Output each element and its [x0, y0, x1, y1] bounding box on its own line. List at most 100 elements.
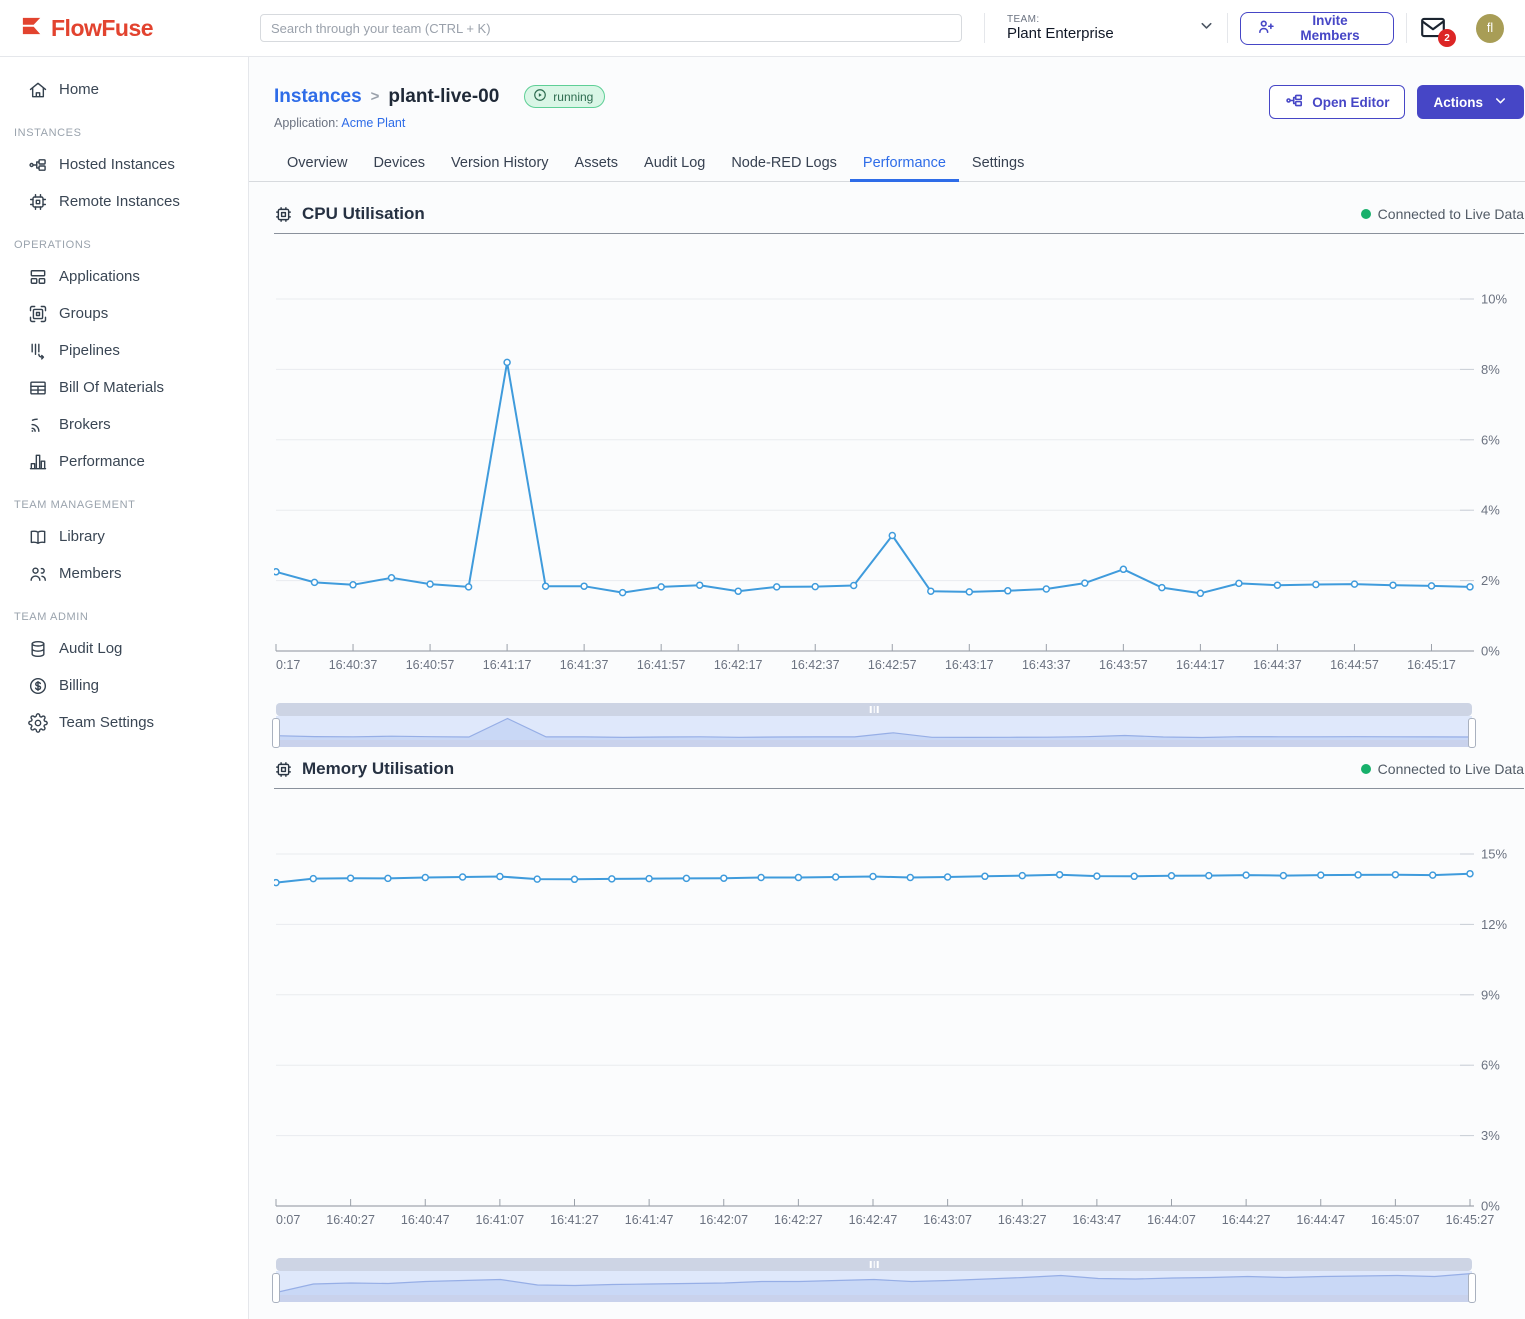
actions-label: Actions: [1433, 95, 1483, 110]
navigator-grip-icon[interactable]: [870, 1261, 879, 1268]
navigator-left-handle[interactable]: [272, 1273, 280, 1303]
svg-text:16:41:17: 16:41:17: [483, 658, 532, 672]
navigator-scrollbar[interactable]: [276, 703, 1472, 716]
members-icon: [27, 563, 48, 584]
remote-instances-icon: [27, 191, 48, 212]
sidebar-item-library[interactable]: Library: [0, 518, 248, 555]
svg-text:16:43:27: 16:43:27: [998, 1213, 1047, 1227]
svg-text:6%: 6%: [1481, 1058, 1500, 1073]
sidebar-item-label: Groups: [59, 305, 108, 322]
navigator-scrollbar[interactable]: [276, 1258, 1472, 1271]
sidebar-item-pipelines[interactable]: Pipelines: [0, 332, 248, 369]
memory-chart-title: Memory Utilisation: [302, 759, 1361, 779]
notifications-button[interactable]: 2: [1419, 15, 1448, 41]
navigator-minichart: [276, 1271, 1472, 1295]
divider: [1227, 13, 1228, 43]
invite-members-button[interactable]: Invite Members: [1240, 12, 1394, 45]
sidebar-item-billing[interactable]: Billing: [0, 667, 248, 704]
svg-text:16:41:37: 16:41:37: [560, 658, 609, 672]
memory-live-status: Connected to Live Data: [1361, 761, 1524, 777]
navigator-right-handle[interactable]: [1468, 718, 1476, 748]
tab-node-red-logs[interactable]: Node-RED Logs: [718, 146, 850, 181]
svg-text:0%: 0%: [1481, 644, 1500, 659]
library-icon: [27, 526, 48, 547]
sidebar-item-label: Bill Of Materials: [59, 379, 164, 396]
svg-text:16:44:17: 16:44:17: [1176, 658, 1225, 672]
avatar[interactable]: fl: [1476, 14, 1504, 43]
navigator-grip-icon[interactable]: [870, 706, 879, 713]
sidebar-item-groups[interactable]: Groups: [0, 295, 248, 332]
search-input[interactable]: [260, 14, 962, 42]
tab-overview[interactable]: Overview: [274, 146, 360, 181]
open-editor-button[interactable]: Open Editor: [1269, 85, 1405, 119]
sidebar-item-applications[interactable]: Applications: [0, 258, 248, 295]
live-dot-icon: [1361, 209, 1371, 219]
sidebar-item-members[interactable]: Members: [0, 555, 248, 592]
memory-chart-navigator: [276, 1258, 1472, 1302]
tab-settings[interactable]: Settings: [959, 146, 1037, 181]
pipelines-icon: [27, 340, 48, 361]
groups-icon: [27, 303, 48, 324]
team-name: Plant Enterprise: [1007, 25, 1114, 42]
cpu-live-status: Connected to Live Data: [1361, 206, 1524, 222]
svg-text:16:42:07: 16:42:07: [699, 1213, 748, 1227]
svg-text:16:44:27: 16:44:27: [1222, 1213, 1271, 1227]
svg-text:16:45:17: 16:45:17: [1407, 658, 1456, 672]
svg-text:15%: 15%: [1481, 847, 1507, 862]
svg-text:0:17: 0:17: [276, 658, 300, 672]
sidebar-item-team-settings[interactable]: Team Settings: [0, 704, 248, 741]
navigator-right-handle[interactable]: [1468, 1273, 1476, 1303]
sidebar-item-hosted-instances[interactable]: Hosted Instances: [0, 146, 248, 183]
application-link[interactable]: Acme Plant: [341, 116, 405, 130]
bill-of-materials-icon: [27, 377, 48, 398]
svg-text:16:41:07: 16:41:07: [476, 1213, 525, 1227]
sidebar-item-remote-instances[interactable]: Remote Instances: [0, 183, 248, 220]
sidebar-item-audit-log[interactable]: Audit Log: [0, 630, 248, 667]
memory-section: Memory Utilisation Connected to Live Dat…: [274, 759, 1524, 1302]
sidebar-item-label: Hosted Instances: [59, 156, 175, 173]
editor-nodes-icon: [1285, 91, 1304, 113]
svg-text:0:07: 0:07: [276, 1213, 300, 1227]
sidebar-item-bill-of-materials[interactable]: Bill Of Materials: [0, 369, 248, 406]
tab-version-history[interactable]: Version History: [438, 146, 562, 181]
svg-text:16:43:07: 16:43:07: [923, 1213, 972, 1227]
audit-log-icon: [27, 638, 48, 659]
chevron-down-icon: [1198, 17, 1215, 39]
team-label: TEAM:: [1007, 14, 1114, 25]
tab-performance[interactable]: Performance: [850, 146, 959, 181]
logo[interactable]: FlowFuse: [0, 13, 249, 44]
sidebar-item-home[interactable]: Home: [0, 71, 248, 108]
tab-devices[interactable]: Devices: [360, 146, 438, 181]
page-title: plant-live-00: [388, 86, 499, 108]
page-head: Instances > plant-live-00 running Applic…: [249, 57, 1525, 130]
tab-audit-log[interactable]: Audit Log: [631, 146, 718, 181]
notification-count-badge: 2: [1438, 29, 1456, 47]
svg-text:16:44:47: 16:44:47: [1296, 1213, 1345, 1227]
svg-text:16:42:47: 16:42:47: [849, 1213, 898, 1227]
sidebar-section-label: OPERATIONS: [0, 239, 248, 251]
open-editor-label: Open Editor: [1312, 95, 1389, 110]
sidebar-item-label: Pipelines: [59, 342, 120, 359]
cpu-live-status-label: Connected to Live Data: [1378, 206, 1524, 222]
actions-button[interactable]: Actions: [1417, 85, 1524, 119]
play-circle-icon: [533, 88, 547, 105]
breadcrumb-instances-link[interactable]: Instances: [274, 86, 362, 108]
memory-section-header: Memory Utilisation Connected to Live Dat…: [274, 759, 1524, 789]
svg-text:16:40:27: 16:40:27: [326, 1213, 375, 1227]
tab-bar: OverviewDevicesVersion HistoryAssetsAudi…: [249, 146, 1525, 182]
sidebar-item-performance[interactable]: Performance: [0, 443, 248, 480]
sidebar-item-brokers[interactable]: Brokers: [0, 406, 248, 443]
status-badge: running: [524, 85, 605, 108]
team-selector[interactable]: TEAM: Plant Enterprise: [997, 14, 1215, 42]
tab-assets[interactable]: Assets: [562, 146, 632, 181]
app-header: FlowFuse TEAM: Plant Enterprise Invite M…: [0, 0, 1525, 57]
team-settings-icon: [27, 712, 48, 733]
performance-icon: [27, 451, 48, 472]
chevron-down-icon: [1493, 93, 1508, 111]
sidebar-item-label: Brokers: [59, 416, 111, 433]
svg-text:16:42:57: 16:42:57: [868, 658, 917, 672]
svg-text:9%: 9%: [1481, 987, 1500, 1002]
navigator-minichart: [276, 716, 1472, 740]
home-icon: [27, 79, 48, 100]
navigator-left-handle[interactable]: [272, 718, 280, 748]
